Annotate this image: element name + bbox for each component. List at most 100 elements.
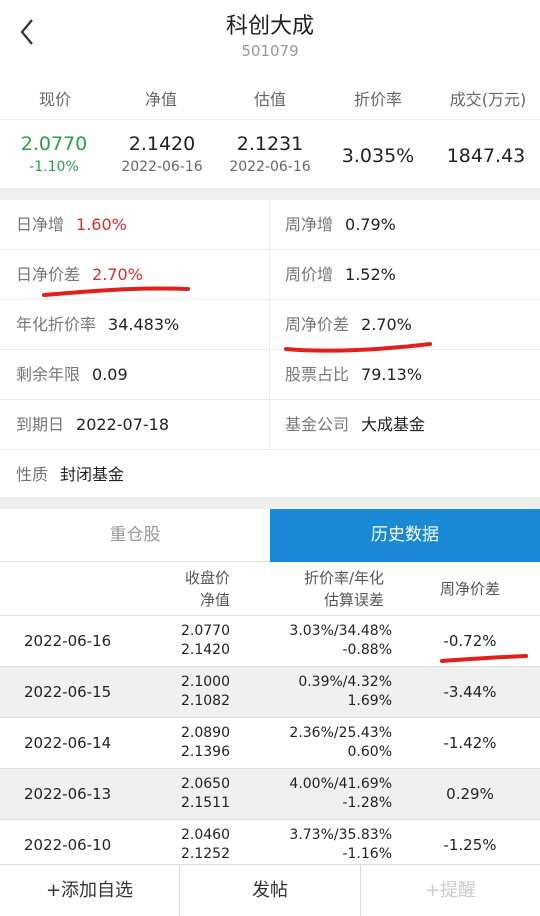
row-est-error: 1.69% [347,693,392,709]
current-price: 2.0770 -1.10% [6,132,102,178]
row-close: 2.0770 [181,623,230,639]
row-close: 2.1000 [181,674,230,690]
row-weekly-diff: -3.44% [443,683,497,701]
info-label: 年化折价率 [16,315,97,334]
bottom-action-bar: +添加自选 发帖 +提醒 [0,864,540,916]
info-row: 年化折价率 34.483% 周净价差 2.70% [0,300,540,350]
header-nav: 净值 [144,90,177,109]
row-weekly-diff: -1.42% [443,734,497,752]
row-price: 2.0650 2.1511 [181,775,230,813]
section-divider [0,188,540,200]
daily-nav-price-diff: 日净价差 2.70% [16,250,143,299]
info-label: 股票占比 [285,365,350,384]
row-price: 2.0770 2.1420 [181,622,230,660]
volume-number: 1847.43 [446,145,526,167]
info-value: 34.483% [108,315,180,334]
info-label: 周净价差 [285,315,350,334]
price-change: -1.10% [29,159,79,175]
annual-discount-rate: 年化折价率 34.483% [16,300,179,349]
row-disc-annual: 3.73%/35.83% [289,827,392,843]
info-label: 性质 [16,465,49,484]
tab-holdings[interactable]: 重仓股 [0,509,270,562]
col-header-discount: 折价率/年化 估算误差 [304,567,384,611]
row-weekly-diff: -0.72% [443,632,497,650]
row-nav: 2.1396 [181,744,230,760]
row-weekly-diff: 0.29% [446,785,494,803]
col-header-price: 收盘价 净值 [185,567,230,611]
info-label: 周净增 [285,215,334,234]
row-est-error: -1.28% [342,795,392,811]
info-value: 0.79% [345,215,396,234]
maturity-date: 到期日 2022-07-18 [16,400,169,449]
table-row[interactable]: 2022-06-15 2.1000 2.1082 0.39%/4.32% 1.69%… [0,667,540,718]
estimate-value: 2.1231 2022-06-16 [220,132,320,178]
row-discount: 0.39%/4.32% 1.69% [298,673,392,711]
info-value: 1.52% [345,265,396,284]
history-table-header: 收盘价 净值 折价率/年化 估算误差 周净价差 [0,562,540,616]
info-label: 周价增 [285,265,334,284]
tab-history[interactable]: 历史数据 [270,509,540,562]
table-row[interactable]: 2022-06-13 2.0650 2.1511 4.00%/41.69% -1.2… [0,769,540,820]
info-value: 2.70% [92,265,143,284]
nav-number: 2.1420 [128,133,196,155]
col-header-discount-annual: 折价率/年化 [303,569,384,587]
row-price: 2.1000 2.1082 [181,673,230,711]
header-volume: 成交(万元) [449,90,527,109]
row-discount: 3.03%/34.48% -0.88% [289,622,392,660]
col-header-nav: 净值 [199,591,230,609]
row-discount: 4.00%/41.69% -1.28% [289,775,392,813]
row-price: 2.0890 2.1396 [181,724,230,762]
fund-code: 501079 [241,42,299,60]
info-row: 到期日 2022-07-18 基金公司 大成基金 [0,400,540,450]
nav-value: 2.1420 2022-06-16 [112,132,212,178]
add-watchlist-button[interactable]: +添加自选 [0,865,179,916]
weekly-nav-growth: 周净增 0.79% [285,200,396,249]
row-disc-annual: 2.36%/25.43% [289,725,392,741]
nav-date: 2022-06-16 [121,159,203,175]
row-nav: 2.1511 [181,795,230,811]
post-button[interactable]: 发帖 [180,865,360,916]
daily-nav-growth: 日净增 1.60% [16,200,127,249]
row-discount: 3.73%/35.83% -1.16% [289,826,392,864]
price-value: 2.0770 [20,133,88,155]
row-date: 2022-06-13 [24,785,112,803]
col-header-est-error: 估算误差 [323,591,384,609]
info-label: 基金公司 [285,415,350,434]
row-est-error: 0.60% [347,744,392,760]
quote-header-row: 现价 净值 估值 折价率 成交(万元) [0,70,540,120]
info-value: 大成基金 [361,415,426,434]
estimate-number: 2.1231 [236,133,304,155]
row-discount: 2.36%/25.43% 0.60% [289,724,392,762]
tab-bar: 重仓股 历史数据 [0,509,540,562]
volume-value: 1847.43 [438,144,534,168]
remaining-years: 剩余年限 0.09 [16,350,128,399]
table-row[interactable]: 2022-06-16 2.0770 2.1420 3.03%/34.48% -0.8… [0,616,540,667]
row-date: 2022-06-16 [24,632,112,650]
table-row[interactable]: 2022-06-14 2.0890 2.1396 2.36%/25.43% 0.60… [0,718,540,769]
info-value: 1.60% [76,215,127,234]
row-nav: 2.1420 [181,642,230,658]
row-disc-annual: 0.39%/4.32% [298,674,392,690]
info-value: 封闭基金 [60,465,125,484]
fund-nature: 性质 封闭基金 [16,450,124,499]
discount-value: 3.035% [330,144,426,168]
row-nav: 2.1252 [181,846,230,862]
row-price: 2.0460 2.1252 [181,826,230,864]
info-row: 剩余年限 0.09 股票占比 79.13% [0,350,540,400]
row-disc-annual: 3.03%/34.48% [289,623,392,639]
info-row: 日净价差 2.70% 周价增 1.52% [0,250,540,300]
info-value: 0.09 [92,365,128,384]
weekly-price-growth: 周价增 1.52% [285,250,396,299]
quote-values-row: 2.0770 -1.10% 2.1420 2022-06-16 2.1231 2… [0,120,540,188]
fund-company: 基金公司 大成基金 [285,400,425,449]
info-row: 性质 封闭基金 [0,450,540,500]
remind-button[interactable]: +提醒 [361,865,540,916]
info-label: 到期日 [16,415,65,434]
discount-number: 3.035% [341,145,415,167]
row-est-error: -0.88% [342,642,392,658]
row-disc-annual: 4.00%/41.69% [289,776,392,792]
row-date: 2022-06-15 [24,683,112,701]
weekly-nav-price-diff: 周净价差 2.70% [285,300,412,349]
info-label: 日净价差 [16,265,81,284]
stock-ratio: 股票占比 79.13% [285,350,422,399]
